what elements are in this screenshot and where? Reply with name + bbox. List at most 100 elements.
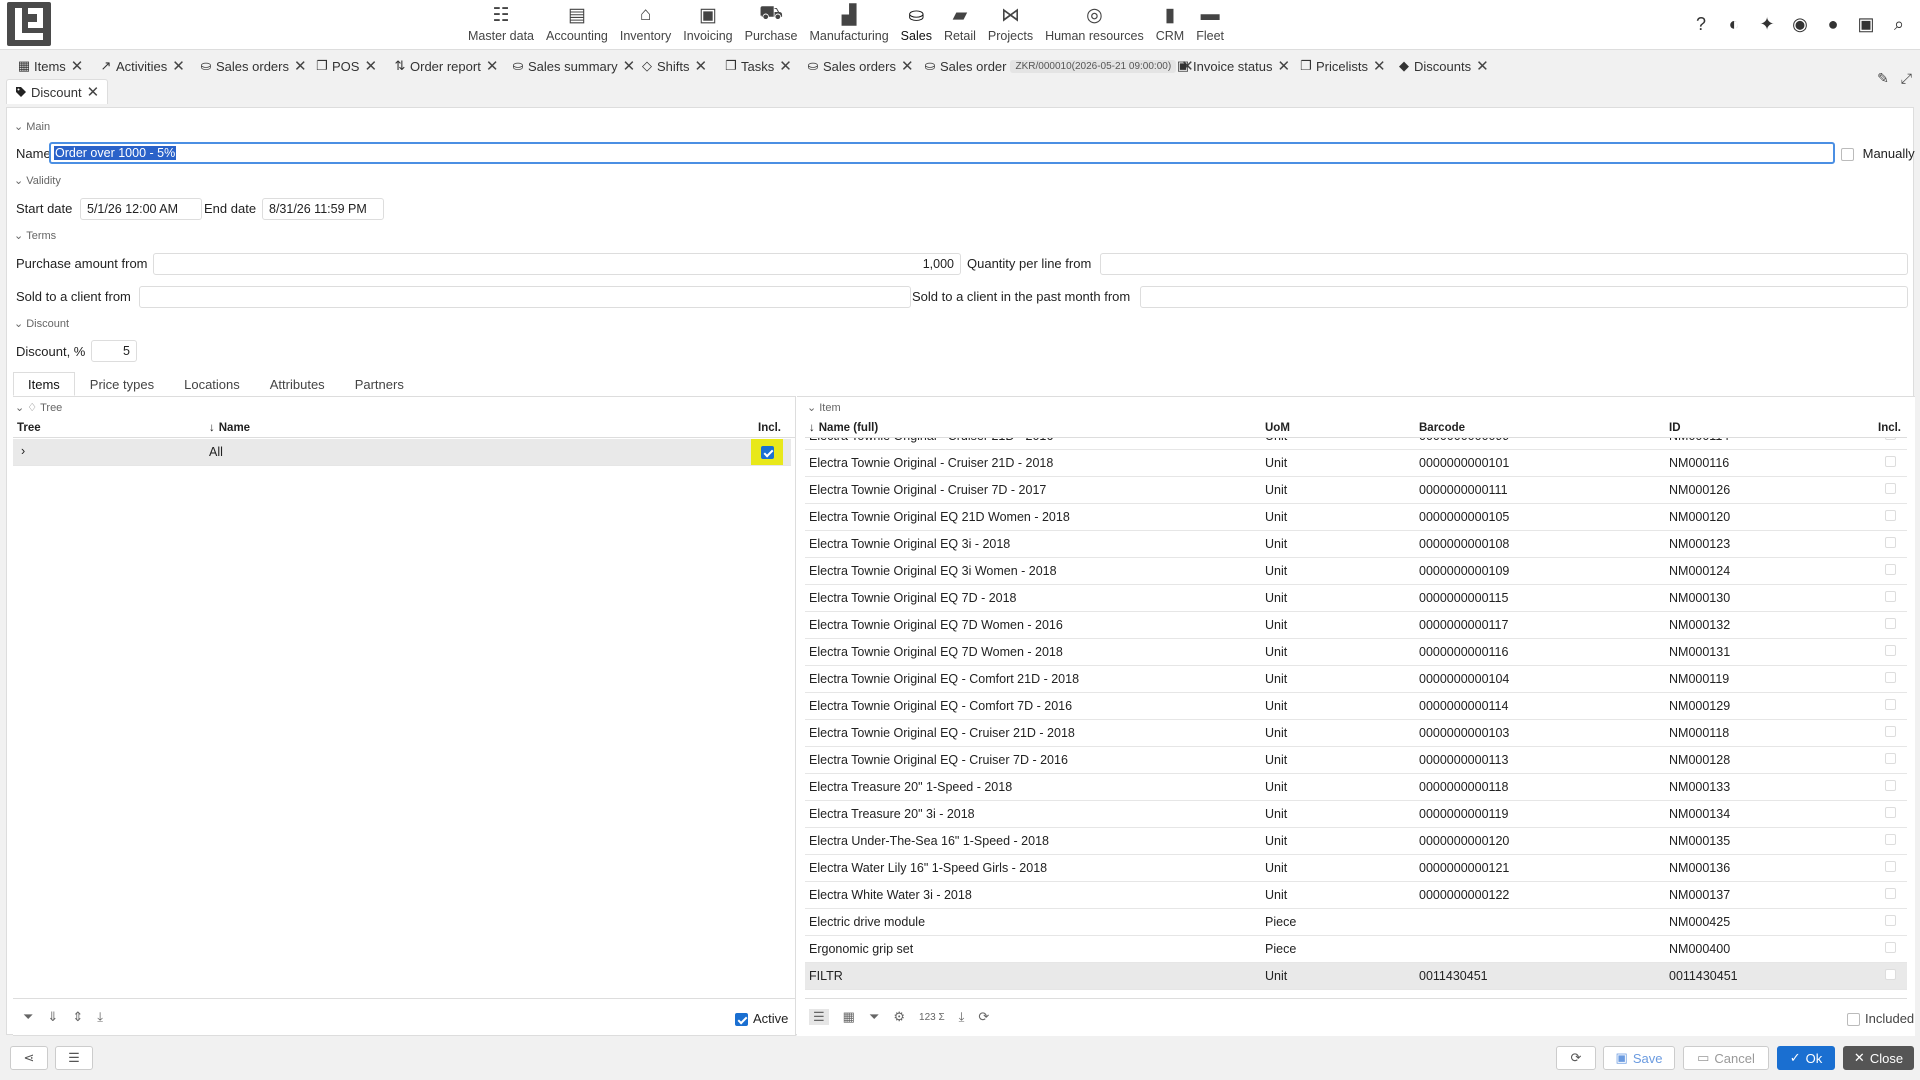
quantity-field[interactable] [1100,253,1908,275]
incl-checkbox[interactable] [1885,780,1896,791]
close-icon[interactable]: ✕ [1373,57,1386,75]
table-row[interactable]: Electra Townie Original EQ 7D Women - 20… [805,639,1907,666]
search-icon[interactable]: ⌕ [1888,13,1910,35]
col-name[interactable]: ↓ Name [209,422,250,434]
incl-checkbox[interactable] [1885,726,1896,737]
module-retail[interactable]: ▰ Retail [938,0,982,50]
tab-sales-summary[interactable]: ⛀ Sales summary ✕ [512,55,636,77]
tab-items[interactable]: ▦ Items ✕ [18,55,84,77]
tab-invoice-status[interactable]: ▣ Invoice status ✕ [1177,55,1290,77]
tab-sales-orders[interactable]: ⛀ Sales orders ✕ [807,55,914,77]
col-id[interactable]: ID [1669,422,1681,434]
sold-client-field[interactable] [139,286,911,308]
col-incl[interactable]: Incl. [758,422,781,434]
download-icon[interactable]: ⤓ [959,1009,965,1025]
section-terms[interactable]: ⌄ Terms [14,229,56,243]
download-icon[interactable]: ⤓ [97,1009,103,1025]
discount-field[interactable]: 5 [91,340,137,362]
col-name-full[interactable]: ↓ Name (full) [809,422,878,434]
incl-checkbox[interactable] [1885,618,1896,629]
close-icon[interactable]: ✕ [71,57,84,75]
incl-checkbox[interactable] [1885,888,1896,899]
incl-checkbox[interactable] [1885,645,1896,656]
purchase-amount-field[interactable]: 1,000 [153,253,961,275]
tab-tasks[interactable]: ❐ Tasks ✕ [725,55,792,77]
incl-checkbox[interactable] [1885,483,1896,494]
tab-pricelists[interactable]: ❐ Pricelists ✕ [1300,55,1386,77]
table-row[interactable]: Electra Treasure 20" 3i - 2018 Unit 000000… [805,801,1907,828]
tab-pos[interactable]: ❐ POS ✕ [316,55,377,77]
col-incl[interactable]: Incl. [1878,422,1901,434]
table-row[interactable]: Electra Townie Original EQ - Cruiser 21D… [805,720,1907,747]
checkbox[interactable] [1841,148,1854,162]
table-row[interactable]: Electra Townie Original - Cruiser 7D - 2… [805,477,1907,504]
module-projects[interactable]: ⋈ Projects [982,0,1039,50]
app-logo[interactable] [7,2,51,46]
start-date-field[interactable]: 5/1/26 12:00 AM [80,198,202,220]
incl-checkbox[interactable] [1885,807,1896,818]
incl-checkbox[interactable] [1885,510,1896,521]
count-toggle[interactable]: 123 Σ [919,1012,945,1023]
close-button[interactable]: ✕ Close [1843,1046,1914,1070]
table-row[interactable]: Electra Townie Original EQ 3i Women - 20… [805,558,1907,585]
tab-order-report[interactable]: ⇅ Order report ✕ [394,55,499,77]
close-icon[interactable]: ✕ [695,57,708,75]
table-row[interactable]: Electric drive module Piece NM000425 [805,909,1907,936]
col-tree[interactable]: Tree [17,422,41,434]
close-icon[interactable]: ✕ [294,57,307,75]
tree-header[interactable]: ⌄ ♢ Tree [15,401,62,415]
col-barcode[interactable]: Barcode [1419,422,1465,434]
close-icon[interactable]: ✕ [901,57,914,75]
filter-icon[interactable]: ⏷ [869,1009,879,1025]
grid-view-icon[interactable]: ▦ [843,1009,855,1025]
close-icon[interactable]: ✕ [364,57,377,75]
incl-checkbox[interactable] [1885,537,1896,548]
theme-icon[interactable]: ◐ [1723,13,1745,35]
close-icon[interactable]: ✕ [172,57,185,75]
lock-icon[interactable]: ▣ [1855,13,1877,35]
module-fleet[interactable]: ▬ Fleet [1190,0,1230,50]
incl-checkbox[interactable] [1885,699,1896,710]
edit-icon[interactable]: ✎ [1877,70,1889,87]
table-row[interactable]: Electra Under-The-Sea 16" 1-Speed - 2018… [805,828,1907,855]
included-checkbox[interactable]: Included [1847,1011,1914,1027]
refresh-icon[interactable]: ⟳ [978,1009,989,1025]
name-field[interactable]: Order over 1000 - 5% [49,142,1835,164]
options-button[interactable]: ☰ [55,1046,93,1070]
module-sales[interactable]: ⛀ Sales [895,0,938,50]
manually-checkbox[interactable]: Manually [1841,146,1915,162]
chevron-right-icon[interactable]: › [21,444,25,458]
close-icon[interactable]: ✕ [623,57,636,75]
incl-checkbox[interactable] [761,446,774,459]
subtab-items[interactable]: Items [13,372,75,396]
end-date-field[interactable]: 8/31/26 11:59 PM [262,198,384,220]
table-row[interactable]: Electra Townie Original EQ - Comfort 7D … [805,693,1907,720]
col-uom[interactable]: UoM [1265,422,1290,434]
module-accounting[interactable]: ▤ Accounting [540,0,614,50]
table-row[interactable]: Electra Water Lily 16" 1-Speed Girls - 2… [805,855,1907,882]
table-row[interactable]: Electra Treasure 20" 1-Speed - 2018 Unit 0… [805,774,1907,801]
table-row[interactable]: Electra Townie Original EQ - Cruiser 7D … [805,747,1907,774]
save-button[interactable]: ▣ Save [1603,1046,1675,1070]
sold-past-field[interactable] [1140,286,1908,308]
tab-shifts[interactable]: ◇ Shifts ✕ [641,55,707,77]
incl-checkbox[interactable] [1885,861,1896,872]
table-row[interactable]: Electra Townie Original EQ 7D Women - 20… [805,612,1907,639]
active-checkbox[interactable]: Active [735,1011,788,1027]
tab-discounts[interactable]: ◆ Discounts ✕ [1398,55,1489,77]
items-header[interactable]: ⌄ Item [807,401,841,415]
table-row[interactable]: FILTR Unit 0011430451 0011430451 [805,963,1907,990]
close-icon[interactable]: ✕ [1476,57,1489,75]
table-row[interactable]: Electra Townie Original EQ - Comfort 21D… [805,666,1907,693]
table-row[interactable]: Electra Townie Original - Cruiser 21D - … [805,438,1907,450]
cancel-button[interactable]: ▭ Cancel [1683,1046,1769,1070]
module-invoicing[interactable]: ▣ Invoicing [677,0,738,50]
ok-button[interactable]: ✓ Ok [1777,1046,1835,1070]
checkbox[interactable] [1847,1013,1860,1027]
incl-checkbox[interactable] [1885,969,1896,980]
table-row[interactable]: Electra Townie Original EQ 3i - 2018 Unit… [805,531,1907,558]
module-purchase[interactable]: ⛟ Purchase [739,0,804,50]
tab-discount[interactable]: Discount ✕ [6,79,109,104]
incl-checkbox[interactable] [1885,915,1896,926]
module-inventory[interactable]: ⌂ Inventory [614,0,677,50]
